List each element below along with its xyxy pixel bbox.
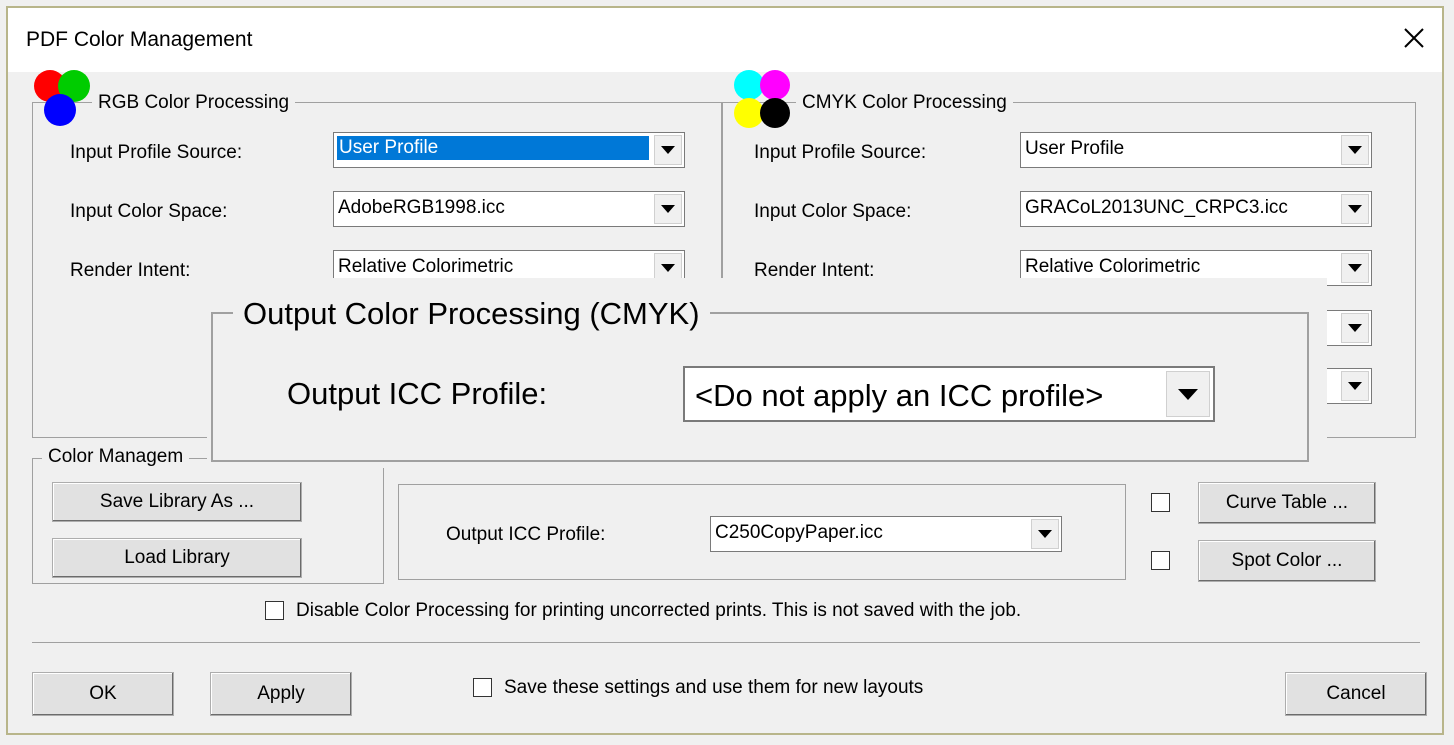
rgb-input-color-space-select[interactable]: AdobeRGB1998.icc <box>333 191 685 227</box>
rgb-color-icon <box>34 70 96 130</box>
chevron-down-icon <box>1031 519 1059 549</box>
cmyk-hidden-select-2[interactable] <box>1326 368 1372 404</box>
save-settings-checkbox[interactable] <box>473 678 492 697</box>
output-icc-profile-value: C250CopyPaper.icc <box>715 522 883 543</box>
chevron-down-icon <box>654 135 682 165</box>
title-bar: PDF Color Management <box>8 8 1442 72</box>
spot-color-checkbox[interactable] <box>1151 551 1170 570</box>
cmyk-render-intent-value: Relative Colorimetric <box>1025 256 1201 277</box>
curve-table-checkbox[interactable] <box>1151 493 1170 512</box>
rgb-input-profile-source-value: User Profile <box>337 136 649 160</box>
rgb-render-intent-value: Relative Colorimetric <box>338 256 514 277</box>
chevron-down-icon <box>654 194 682 224</box>
cmyk-input-profile-source-value: User Profile <box>1025 138 1125 159</box>
output-icc-profile-label: Output ICC Profile: <box>446 524 606 545</box>
rgb-input-profile-source-select[interactable]: User Profile <box>333 132 685 168</box>
curve-table-button[interactable]: Curve Table ... <box>1198 482 1376 524</box>
apply-button[interactable]: Apply <box>210 672 352 716</box>
chevron-down-icon <box>1341 253 1369 283</box>
zoomed-output-callout: Output Color Processing (CMYK) Output IC… <box>207 278 1327 468</box>
spot-color-button[interactable]: Spot Color ... <box>1198 540 1376 582</box>
cmyk-input-color-space-select[interactable]: GRACoL2013UNC_CRPC3.icc <box>1020 191 1372 227</box>
load-library-button[interactable]: Load Library <box>52 538 302 578</box>
rgb-render-intent-label: Render Intent: <box>70 260 191 281</box>
separator <box>32 642 1420 643</box>
library-group-label: Color Managem <box>42 446 190 468</box>
chevron-down-icon <box>1341 313 1369 343</box>
chevron-down-icon <box>1341 194 1369 224</box>
chevron-down-icon <box>1166 371 1210 417</box>
window-title: PDF Color Management <box>26 28 253 51</box>
cancel-button[interactable]: Cancel <box>1285 672 1427 716</box>
cmyk-hidden-select-1[interactable] <box>1326 310 1372 346</box>
overlay-icc-profile-select[interactable]: <Do not apply an ICC profile> <box>683 366 1215 422</box>
chevron-down-icon <box>1341 135 1369 165</box>
overlay-icc-profile-label: Output ICC Profile: <box>287 376 548 411</box>
disable-processing-checkbox[interactable] <box>265 601 284 620</box>
cmyk-input-profile-source-label: Input Profile Source: <box>754 142 927 163</box>
rgb-input-color-space-label: Input Color Space: <box>70 201 228 222</box>
output-icc-profile-select[interactable]: C250CopyPaper.icc <box>710 516 1062 552</box>
rgb-group-label: RGB Color Processing <box>92 92 296 114</box>
overlay-group-label: Output Color Processing (CMYK) <box>233 296 710 332</box>
close-icon[interactable] <box>1396 20 1432 56</box>
cmyk-input-color-space-label: Input Color Space: <box>754 201 912 222</box>
cmyk-group-label: CMYK Color Processing <box>796 92 1013 114</box>
rgb-input-color-space-value: AdobeRGB1998.icc <box>338 197 505 218</box>
cmyk-input-profile-source-select[interactable]: User Profile <box>1020 132 1372 168</box>
overlay-icc-profile-value: <Do not apply an ICC profile> <box>695 378 1104 413</box>
rgb-input-profile-source-label: Input Profile Source: <box>70 142 243 163</box>
save-settings-label: Save these settings and use them for new… <box>504 677 924 698</box>
disable-processing-label: Disable Color Processing for printing un… <box>296 600 1022 621</box>
cmyk-color-icon <box>734 70 796 132</box>
ok-button[interactable]: OK <box>32 672 174 716</box>
cmyk-input-color-space-value: GRACoL2013UNC_CRPC3.icc <box>1025 197 1288 218</box>
save-library-as-button[interactable]: Save Library As ... <box>52 482 302 522</box>
chevron-down-icon <box>1341 371 1369 401</box>
